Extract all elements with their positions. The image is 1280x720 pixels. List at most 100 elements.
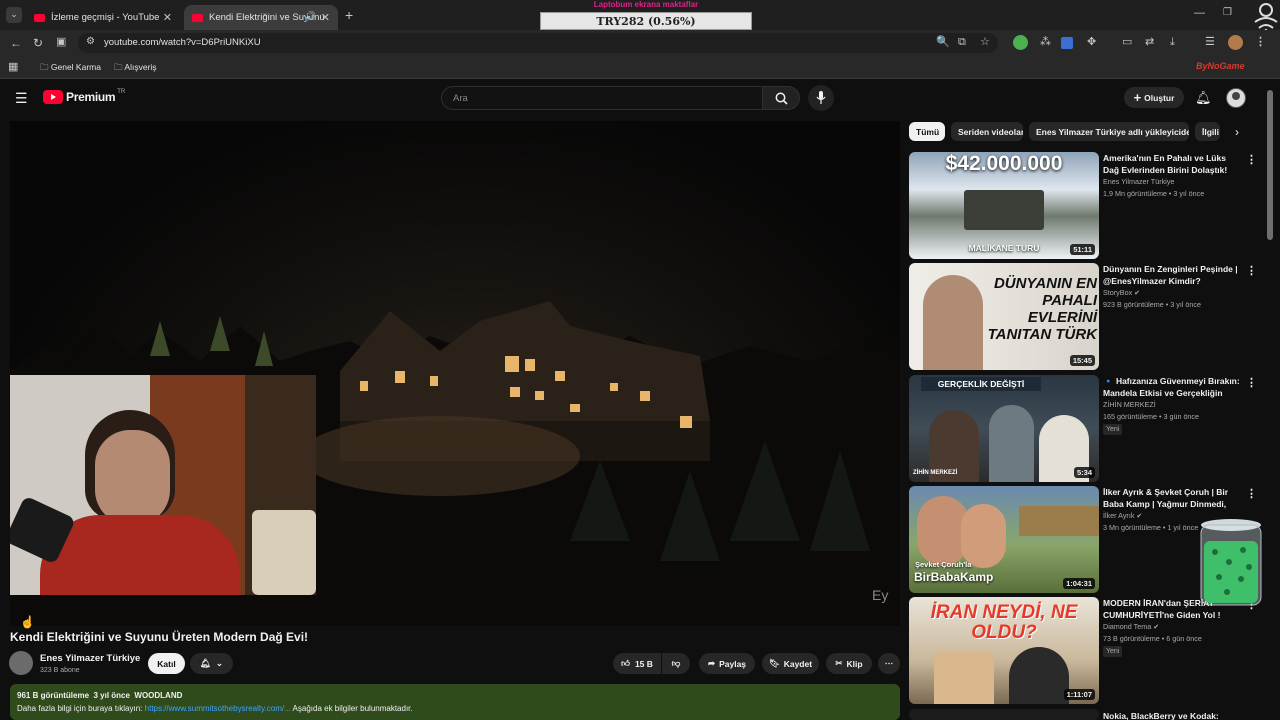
bookmark-star-icon[interactable]: ☆: [980, 37, 990, 48]
extension-icon[interactable]: [1013, 35, 1028, 50]
chip-all[interactable]: Tümü: [909, 122, 945, 141]
description-link[interactable]: https://www.summitsothebysrealty.com/...: [145, 704, 291, 713]
search-icon: [775, 92, 788, 105]
browser-toolbar: ← ↻ ▣ ⚙ youtube.com/watch?v=D6PriUNKiXU …: [0, 30, 1280, 56]
translate-icon[interactable]: ⇄: [1145, 37, 1154, 48]
channel-name[interactable]: StoryBox ✔: [1103, 288, 1140, 297]
video-thumbnail[interactable]: DÜNYANIN EN PAHALI EVLERİNİ TANITAN TÜRK…: [909, 263, 1099, 370]
video-thumbnail[interactable]: Şevket Çoruh'la BirBabaKamp 1:04:31: [909, 486, 1099, 593]
upload-age: 3 yıl önce: [93, 691, 130, 700]
youtube-header: ☰ Premium TR Ara + Oluştur 🔔︎: [0, 80, 1280, 118]
zoom-icon[interactable]: 🔍: [936, 37, 950, 48]
browser-menu-icon[interactable]: ⋮: [1255, 37, 1266, 48]
tab-current-video[interactable]: Kendi Elektriğini ve Suyunu 🔊 ✕: [184, 5, 338, 30]
more-actions-button[interactable]: ⋯: [878, 653, 900, 674]
share-button[interactable]: ➦ Paylaş: [699, 653, 755, 674]
extensions-puzzle-icon[interactable]: ✥: [1087, 37, 1096, 48]
bookmark-genel-karma[interactable]: 🗀 Genel Karma: [40, 62, 101, 76]
install-app-icon[interactable]: ⧉: [958, 37, 966, 48]
like-button[interactable]: 👍︎ 15 B: [613, 653, 661, 674]
notifications-bell-icon[interactable]: 🔔︎: [1195, 91, 1212, 104]
tab-history[interactable]: İzleme geçmişi - YouTube ✕: [26, 5, 180, 30]
video-title[interactable]: Dünyanın En Zenginleri Peşinde | @EnesYi…: [1103, 263, 1241, 287]
translate-extension-icon[interactable]: [1061, 37, 1073, 49]
video-duration: 1:11:07: [1063, 689, 1095, 700]
youtube-play-logo-icon: [43, 90, 63, 104]
recommendation-item[interactable]: İRAN NEYDİ, NE OLDU? 1:11:07 MODERN İRAN…: [909, 597, 1264, 704]
thumbnail-people: [934, 652, 994, 704]
more-vertical-icon[interactable]: ⋮: [1246, 487, 1257, 500]
sidebar-toggle-icon[interactable]: ▣: [56, 37, 66, 48]
restore-window-icon[interactable]: ❐: [1223, 8, 1232, 18]
tab-title: İzleme geçmişi - YouTube: [51, 12, 160, 23]
share-arrow-icon: ➦: [707, 658, 716, 668]
join-button[interactable]: Katıl: [148, 653, 185, 674]
video-thumbnail[interactable]: [909, 709, 1099, 720]
video-thumbnail[interactable]: $42.000.000 MALİKANE TURU 51:11: [909, 152, 1099, 259]
video-title[interactable]: Amerika'nın En Pahalı ve Lüks Dağ Evleri…: [1103, 152, 1241, 176]
video-title[interactable]: Nokia, BlackBerry ve Kodak:: [1103, 710, 1241, 720]
channel-name[interactable]: Diamond Tema ✔: [1103, 622, 1159, 631]
search-input[interactable]: Ara: [441, 86, 763, 110]
more-horizontal-icon: ⋯: [884, 658, 894, 668]
page-scrollbar-thumb[interactable]: [1267, 90, 1273, 240]
more-vertical-icon[interactable]: ⋮: [1246, 376, 1257, 389]
new-tab-icon[interactable]: +: [345, 8, 353, 22]
hashtag[interactable]: WOODLAND: [134, 691, 182, 700]
youtube-favicon-icon: [34, 13, 45, 22]
more-vertical-icon[interactable]: ⋮: [1246, 264, 1257, 277]
description-box[interactable]: 961 B görüntüleme 3 yıl önce WOODLAND Da…: [10, 684, 900, 720]
back-icon[interactable]: ←: [10, 37, 22, 49]
video-player[interactable]: Ey: [10, 121, 900, 626]
reload-icon[interactable]: ↻: [33, 37, 43, 49]
youtube-logo[interactable]: Premium TR: [43, 89, 125, 104]
video-thumbnail[interactable]: GERÇEKLİK DEĞİŞTİ ZİHİN MERKEZİ 5:34: [909, 375, 1099, 482]
video-thumbnail[interactable]: İRAN NEYDİ, NE OLDU? 1:11:07: [909, 597, 1099, 704]
chip-uploader[interactable]: Enes Yilmazer Türkiye adlı yükleyiciden: [1029, 122, 1189, 141]
dislike-button[interactable]: 👎︎: [662, 653, 690, 674]
recommendation-item[interactable]: Nokia, BlackBerry ve Kodak:: [909, 709, 1264, 720]
subscribed-notifications-button[interactable]: 🔔︎ ⌄: [190, 653, 233, 674]
audio-playing-icon[interactable]: 🔊: [305, 12, 316, 21]
site-info-icon[interactable]: ⚙: [86, 37, 95, 47]
channel-name[interactable]: İlker Ayrık ✔: [1103, 511, 1142, 520]
download-icon[interactable]: ⤓: [1170, 37, 1175, 48]
video-title[interactable]: İlker Ayrık & Şevket Çoruh | Bir Baba Ka…: [1103, 486, 1241, 510]
save-button[interactable]: 🔖︎ Kaydet: [762, 653, 819, 674]
channel-name[interactable]: Enes Yilmazer Türkiye: [40, 653, 140, 664]
minimize-window-icon[interactable]: —: [1194, 8, 1205, 19]
menu-hamburger-icon[interactable]: ☰: [15, 91, 28, 105]
extension-icon[interactable]: ⁂: [1040, 37, 1051, 48]
video-duration: 15:45: [1069, 355, 1095, 366]
recommendation-item[interactable]: $42.000.000 MALİKANE TURU 51:11 Amerika'…: [909, 152, 1264, 259]
video-duration: 1:04:31: [1063, 578, 1095, 589]
channel-label: Diamond Tema: [1103, 622, 1152, 631]
profile-avatar-icon[interactable]: [1228, 35, 1243, 50]
channel-name[interactable]: ZİHİN MERKEZİ: [1103, 400, 1156, 409]
recommendation-item[interactable]: GERÇEKLİK DEĞİŞTİ ZİHİN MERKEZİ 5:34 🔹 H…: [909, 375, 1264, 482]
tab-search-icon[interactable]: ⌄: [6, 7, 22, 23]
close-tab-icon[interactable]: ✕: [163, 11, 172, 24]
close-tab-icon[interactable]: ✕: [321, 11, 330, 24]
chevron-right-icon[interactable]: ›: [1235, 126, 1239, 138]
address-bar[interactable]: ⚙ youtube.com/watch?v=D6PriUNKiXU 🔍 ⧉ ☆: [78, 33, 998, 53]
create-button[interactable]: + Oluştur: [1124, 87, 1184, 108]
cast-icon[interactable]: ▭: [1122, 37, 1132, 48]
chip-related[interactable]: İlgili: [1195, 122, 1220, 141]
channel-avatar[interactable]: [9, 651, 33, 675]
voice-search-button[interactable]: [808, 85, 834, 111]
reading-list-icon[interactable]: ☰: [1205, 37, 1215, 48]
account-avatar[interactable]: [1226, 88, 1246, 108]
video-title[interactable]: 🔹 Hafızanıza Güvenmeyi Bırakın: Mandela …: [1103, 375, 1241, 399]
recommendation-item[interactable]: DÜNYANIN EN PAHALI EVLERİNİ TANITAN TÜRK…: [909, 263, 1264, 370]
clip-button[interactable]: ✂ Klip: [826, 653, 872, 674]
chip-series[interactable]: Seriden videolar: [951, 122, 1023, 141]
channel-name[interactable]: Enes Yilmazer Türkiye: [1103, 177, 1174, 186]
apps-grid-icon[interactable]: ▦: [8, 62, 18, 73]
bookmark-alisveris[interactable]: 🗀 Alışveriş: [114, 62, 157, 76]
share-label: Paylaş: [719, 658, 747, 669]
channel-watermark-icon[interactable]: Ey: [872, 588, 888, 602]
more-vertical-icon[interactable]: ⋮: [1246, 153, 1257, 166]
search-button[interactable]: [762, 86, 800, 110]
clip-label: Klip: [846, 658, 863, 669]
